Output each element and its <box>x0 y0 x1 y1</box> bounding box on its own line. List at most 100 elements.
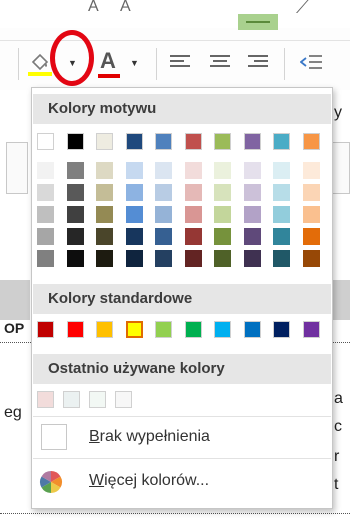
recent-color-swatch[interactable] <box>63 391 80 408</box>
theme-shade-swatch[interactable] <box>302 228 320 245</box>
orientation-icon[interactable]: ⟋ <box>296 0 309 16</box>
theme-shade-swatch[interactable] <box>273 250 290 267</box>
align-left-icon[interactable] <box>170 54 190 70</box>
theme-shade-swatch[interactable] <box>155 184 172 201</box>
font-shrink-icon[interactable]: A <box>120 0 131 15</box>
theme-shade-swatch[interactable] <box>37 250 54 267</box>
theme-shade-swatch[interactable] <box>125 184 143 201</box>
theme-color-swatch[interactable] <box>125 133 143 150</box>
theme-shade-swatch[interactable] <box>273 184 290 201</box>
recent-color-swatch[interactable] <box>37 391 54 408</box>
standard-color-swatch[interactable] <box>302 321 320 338</box>
theme-shade-swatch[interactable] <box>37 228 54 245</box>
theme-shade-swatch[interactable] <box>243 250 261 267</box>
theme-shade-swatch[interactable] <box>214 162 231 179</box>
theme-color-swatch[interactable] <box>155 133 172 150</box>
cell-border <box>333 342 350 343</box>
standard-color-swatch[interactable] <box>125 321 143 338</box>
chevron-down-icon[interactable]: ▼ <box>130 58 139 68</box>
more-colors-label: Więcej kolorów... <box>89 472 210 489</box>
theme-shade-swatch[interactable] <box>96 206 113 223</box>
theme-shade-swatch[interactable] <box>155 228 172 245</box>
theme-shade-swatch[interactable] <box>96 162 113 179</box>
theme-shade-swatch[interactable] <box>273 228 290 245</box>
theme-shade-swatch[interactable] <box>273 162 290 179</box>
theme-shade-swatch[interactable] <box>243 206 261 223</box>
ribbon-separator <box>0 40 350 41</box>
theme-shade-swatch[interactable] <box>66 228 84 245</box>
font-color-button[interactable]: A ▼ <box>98 48 146 82</box>
theme-shade-swatch[interactable] <box>96 228 113 245</box>
standard-color-swatch[interactable] <box>273 321 290 338</box>
fill-color-dropdown: Kolory motywu Kolory standardowe Ostatni… <box>31 87 333 509</box>
recent-color-swatch[interactable] <box>89 391 106 408</box>
theme-color-swatch[interactable] <box>302 133 320 150</box>
theme-color-swatch[interactable] <box>243 133 261 150</box>
theme-shade-swatch[interactable] <box>243 228 261 245</box>
theme-shade-swatch[interactable] <box>66 250 84 267</box>
theme-color-swatch[interactable] <box>37 133 54 150</box>
theme-shade-swatch[interactable] <box>273 206 290 223</box>
theme-shade-swatch[interactable] <box>66 162 84 179</box>
theme-shade-swatch[interactable] <box>125 206 143 223</box>
theme-shade-swatch[interactable] <box>214 250 231 267</box>
theme-colors-header: Kolory motywu <box>33 94 331 124</box>
standard-color-swatch[interactable] <box>243 321 261 338</box>
standard-color-swatch[interactable] <box>155 321 172 338</box>
align-center-icon[interactable] <box>210 54 230 70</box>
theme-shade-swatch[interactable] <box>96 184 113 201</box>
theme-shade-swatch[interactable] <box>125 228 143 245</box>
merge-center-icon[interactable] <box>238 14 278 30</box>
font-color-icon: A <box>100 48 116 73</box>
recent-color-swatch[interactable] <box>115 391 132 408</box>
theme-shade-swatch[interactable] <box>184 184 202 201</box>
standard-color-swatch[interactable] <box>37 321 54 338</box>
standard-color-swatch[interactable] <box>214 321 231 338</box>
theme-shade-swatch[interactable] <box>214 228 231 245</box>
standard-color-swatch[interactable] <box>184 321 202 338</box>
theme-shade-swatch[interactable] <box>37 162 54 179</box>
theme-shade-swatch[interactable] <box>302 206 320 223</box>
theme-color-swatch[interactable] <box>184 133 202 150</box>
cell-border <box>0 342 31 343</box>
theme-shade-swatch[interactable] <box>184 206 202 223</box>
no-fill-label: Brak wypełnienia <box>89 428 210 445</box>
theme-color-swatch[interactable] <box>96 133 113 150</box>
theme-color-swatch[interactable] <box>273 133 290 150</box>
theme-shade-swatch[interactable] <box>125 162 143 179</box>
cell-border <box>0 513 350 514</box>
font-grow-icon[interactable]: A <box>88 0 99 15</box>
theme-shade-swatch[interactable] <box>214 206 231 223</box>
theme-shade-swatch[interactable] <box>66 184 84 201</box>
theme-shade-swatch[interactable] <box>184 250 202 267</box>
theme-shade-swatch[interactable] <box>37 206 54 223</box>
theme-shade-swatch[interactable] <box>96 250 113 267</box>
more-colors-menu-item[interactable]: Więcej kolorów... <box>33 466 331 496</box>
sheet-cell <box>6 142 28 194</box>
theme-shade-swatch[interactable] <box>243 162 261 179</box>
theme-shade-swatch[interactable] <box>184 228 202 245</box>
theme-shade-swatch[interactable] <box>302 162 320 179</box>
theme-color-swatch[interactable] <box>214 133 231 150</box>
align-right-icon[interactable] <box>248 54 268 70</box>
no-fill-menu-item[interactable]: Brak wypełnienia <box>33 422 331 452</box>
theme-shade-swatch[interactable] <box>155 206 172 223</box>
theme-shade-swatch[interactable] <box>302 184 320 201</box>
decrease-indent-icon[interactable] <box>300 54 322 70</box>
ribbon: A A ⟋ ▼ A ▼ <box>0 0 350 90</box>
theme-shade-swatch[interactable] <box>37 184 54 201</box>
theme-shade-swatch[interactable] <box>155 162 172 179</box>
theme-shade-swatch[interactable] <box>184 162 202 179</box>
theme-shade-swatch[interactable] <box>125 250 143 267</box>
standard-color-swatch[interactable] <box>96 321 113 338</box>
theme-shade-swatch[interactable] <box>302 250 320 267</box>
theme-shade-swatch[interactable] <box>155 250 172 267</box>
standard-color-swatch[interactable] <box>66 321 84 338</box>
theme-shade-swatch[interactable] <box>214 184 231 201</box>
fill-color-indicator <box>28 72 52 76</box>
sheet-text-fragment: eg <box>4 404 22 421</box>
menu-divider <box>33 458 331 459</box>
theme-shade-swatch[interactable] <box>243 184 261 201</box>
theme-color-swatch[interactable] <box>66 133 84 150</box>
theme-shade-swatch[interactable] <box>66 206 84 223</box>
